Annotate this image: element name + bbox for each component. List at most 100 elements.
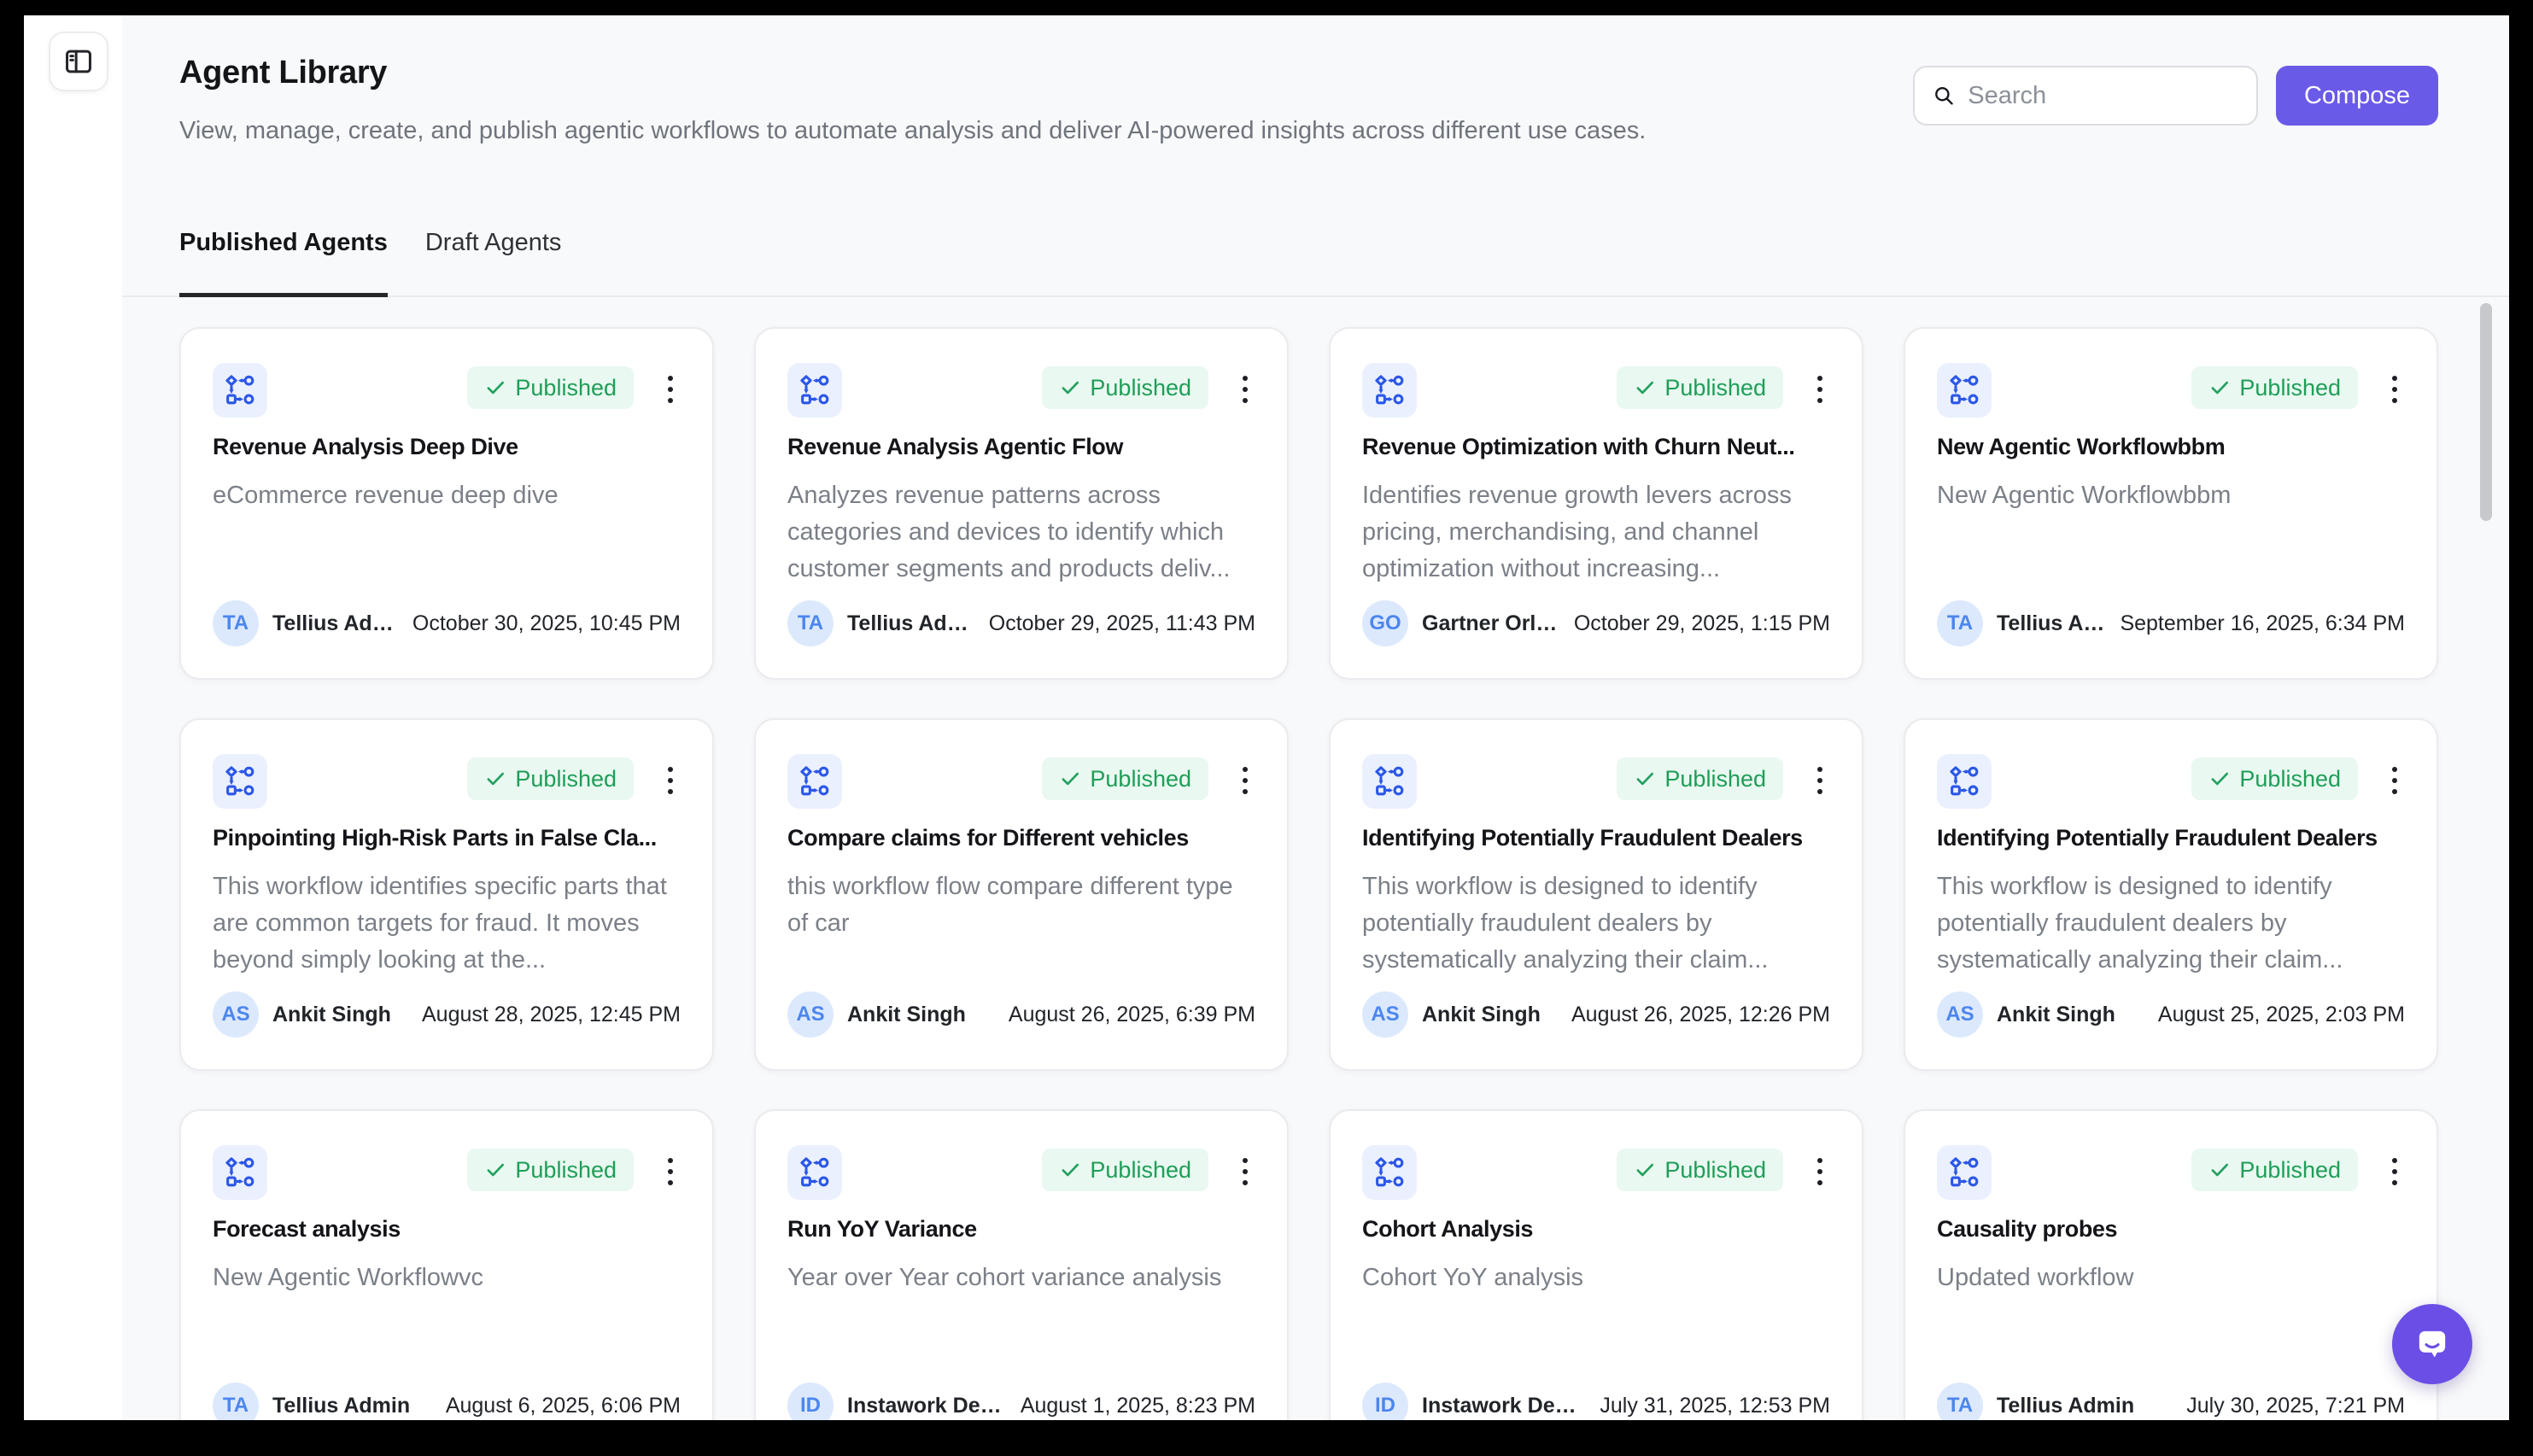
- workflow-icon-tile: [787, 363, 842, 418]
- agent-card[interactable]: Published New Agentic Workflowbbm New Ag…: [1904, 327, 2438, 680]
- panel-layout-icon: [62, 45, 95, 78]
- agent-card[interactable]: Published Identifying Potentially Fraudu…: [1904, 718, 2438, 1071]
- workflow-icon-tile: [1937, 1145, 1992, 1200]
- workflow-icon: [798, 764, 832, 798]
- tab-published-agents[interactable]: Published Agents: [179, 228, 388, 297]
- workflow-icon: [1372, 1155, 1407, 1190]
- card-footer: TA Tellius Admin July 30, 2025, 7:21 PM: [1937, 1383, 2405, 1420]
- left-rail: [24, 15, 122, 1420]
- card-footer: TA Tellius Ad... September 16, 2025, 6:3…: [1937, 600, 2405, 646]
- author-name: Tellius Admin: [1997, 1394, 2134, 1418]
- search-input[interactable]: [1968, 82, 2239, 110]
- author-avatar: TA: [213, 1383, 259, 1420]
- card-title: Cohort Analysis: [1362, 1213, 1830, 1244]
- published-status-badge: Published: [1042, 1149, 1208, 1191]
- workflow-icon: [798, 1155, 832, 1190]
- card-menu-button[interactable]: [1234, 759, 1256, 802]
- published-status-badge: Published: [467, 1149, 634, 1191]
- status-badge-label: Published: [1664, 766, 1766, 792]
- card-description: eCommerce revenue deep dive: [213, 477, 681, 514]
- author-avatar: AS: [787, 991, 834, 1038]
- workflow-icon-tile: [1362, 1145, 1417, 1200]
- author-avatar: AS: [213, 991, 259, 1038]
- agent-card[interactable]: Published Forecast analysis New Agentic …: [179, 1109, 714, 1420]
- status-badge-label: Published: [1664, 1157, 1766, 1184]
- workflow-icon-tile: [1362, 754, 1417, 809]
- card-menu-button[interactable]: [659, 1150, 682, 1193]
- card-description: This workflow is designed to identify po…: [1362, 868, 1830, 979]
- card-title: Compare claims for Different vehicles: [787, 822, 1255, 853]
- author-name: Tellius Admin: [847, 611, 975, 636]
- card-menu-button[interactable]: [2384, 1150, 2406, 1193]
- card-menu-button[interactable]: [659, 368, 682, 411]
- author-avatar: ID: [1362, 1383, 1408, 1420]
- card-description: This workflow identifies specific parts …: [213, 868, 681, 979]
- tab-draft-agents[interactable]: Draft Agents: [425, 228, 562, 297]
- card-description: Cohort YoY analysis: [1362, 1260, 1830, 1296]
- published-status-badge: Published: [1617, 757, 1783, 800]
- agent-card[interactable]: Published Revenue Analysis Agentic Flow …: [754, 327, 1289, 680]
- card-timestamp: July 31, 2025, 12:53 PM: [1600, 1394, 1830, 1418]
- published-status-badge: Published: [1617, 1149, 1783, 1191]
- sidebar-toggle-button[interactable]: [49, 32, 108, 91]
- check-icon: [484, 377, 506, 399]
- workflow-icon: [223, 373, 257, 407]
- agent-card[interactable]: Published Cohort Analysis Cohort YoY ana…: [1329, 1109, 1863, 1420]
- card-title: Identifying Potentially Fraudulent Deale…: [1362, 822, 1830, 853]
- author-name: Gartner Orlando: [1422, 611, 1560, 636]
- agent-card[interactable]: Published Pinpointing High-Risk Parts in…: [179, 718, 714, 1071]
- agent-card[interactable]: Published Compare claims for Different v…: [754, 718, 1289, 1071]
- agent-card[interactable]: Published Revenue Analysis Deep Dive eCo…: [179, 327, 714, 680]
- screenshot-frame: Agent Library View, manage, create, and …: [0, 0, 2533, 1456]
- card-timestamp: August 26, 2025, 6:39 PM: [1009, 1003, 1255, 1027]
- workflow-icon-tile: [213, 363, 267, 418]
- card-menu-button[interactable]: [1809, 368, 1831, 411]
- published-status-badge: Published: [467, 366, 634, 409]
- status-badge-label: Published: [515, 1157, 617, 1184]
- check-icon: [1634, 1159, 1656, 1181]
- check-icon: [1634, 768, 1656, 790]
- agent-card[interactable]: Published Causality probes Updated workf…: [1904, 1109, 2438, 1420]
- check-icon: [1059, 377, 1081, 399]
- card-menu-button[interactable]: [1234, 368, 1256, 411]
- card-timestamp: September 16, 2025, 6:34 PM: [2120, 611, 2405, 636]
- published-status-badge: Published: [2191, 1149, 2358, 1191]
- workflow-icon-tile: [1362, 363, 1417, 418]
- compose-button[interactable]: Compose: [2276, 66, 2438, 126]
- workflow-icon: [223, 1155, 257, 1190]
- card-menu-button[interactable]: [1809, 1150, 1831, 1193]
- scrollbar-thumb[interactable]: [2480, 303, 2492, 521]
- card-menu-button[interactable]: [1234, 1150, 1256, 1193]
- workflow-icon: [798, 373, 832, 407]
- search-box[interactable]: [1913, 66, 2258, 126]
- status-badge-label: Published: [1090, 766, 1191, 792]
- status-badge-label: Published: [515, 766, 617, 792]
- check-icon: [2208, 377, 2231, 399]
- agent-card[interactable]: Published Run YoY Variance Year over Yea…: [754, 1109, 1289, 1420]
- status-badge-label: Published: [515, 375, 617, 401]
- card-menu-button[interactable]: [1809, 759, 1831, 802]
- card-menu-button[interactable]: [2384, 368, 2406, 411]
- card-timestamp: August 1, 2025, 8:23 PM: [1021, 1394, 1255, 1418]
- chat-launcher-button[interactable]: [2392, 1304, 2472, 1384]
- published-status-badge: Published: [2191, 366, 2358, 409]
- card-menu-button[interactable]: [659, 759, 682, 802]
- card-footer: ID Instawork Devel... July 31, 2025, 12:…: [1362, 1383, 1830, 1420]
- workflow-icon-tile: [787, 1145, 842, 1200]
- status-badge-label: Published: [2239, 766, 2341, 792]
- author-avatar: TA: [1937, 600, 1983, 646]
- workflow-icon: [223, 764, 257, 798]
- card-footer: TA Tellius Admin October 30, 2025, 10:45…: [213, 600, 681, 646]
- chat-bubble-icon: [2410, 1322, 2454, 1366]
- card-title: Revenue Optimization with Churn Neut...: [1362, 431, 1830, 462]
- card-description: Year over Year cohort variance analysis: [787, 1260, 1255, 1296]
- page-description: View, manage, create, and publish agenti…: [179, 114, 1646, 147]
- card-menu-button[interactable]: [2384, 759, 2406, 802]
- card-title: Identifying Potentially Fraudulent Deale…: [1937, 822, 2405, 853]
- workflow-icon: [1947, 764, 1981, 798]
- agent-card[interactable]: Published Revenue Optimization with Chur…: [1329, 327, 1863, 680]
- agent-card[interactable]: Published Identifying Potentially Fraudu…: [1329, 718, 1863, 1071]
- card-footer: ID Instawork Devel... August 1, 2025, 8:…: [787, 1383, 1255, 1420]
- status-badge-label: Published: [1090, 1157, 1191, 1184]
- author-avatar: AS: [1362, 991, 1408, 1038]
